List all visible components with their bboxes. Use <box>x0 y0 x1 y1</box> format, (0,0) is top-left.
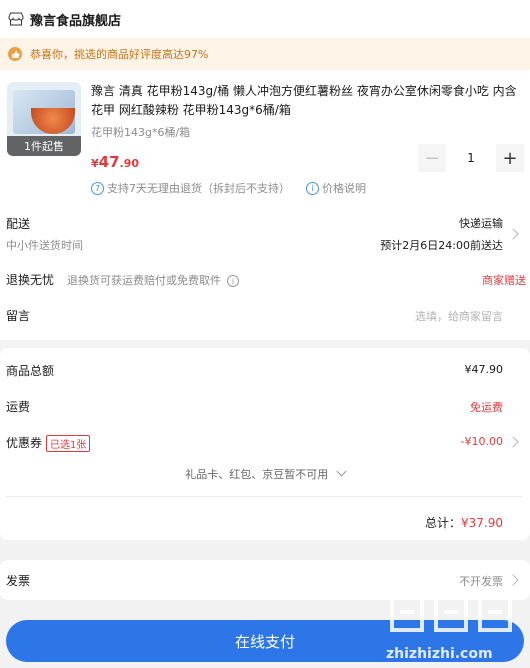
min-purchase-badge: 1件起售 <box>7 136 81 156</box>
product-title: 豫言 清真 花甲粉143g/桶 懒人冲泡方便红薯粉丝 夜宵办公室休闲零食小吃 内… <box>91 84 517 117</box>
giftcard-row[interactable]: 礼品卡、红包、京豆暂不可用 <box>0 466 530 482</box>
product-card: 1件起售 豫言 清真 花甲粉143g/桶 懒人冲泡方便红薯粉丝 夜宵办公室休闲零… <box>0 70 530 206</box>
chevron-right-icon <box>507 228 519 240</box>
product-spec: 花甲粉143g*6桶/箱 <box>91 126 191 139</box>
guarantee-row: 7 支持7天无理由退货（拆封后不支持） i 价格说明 <box>91 180 366 196</box>
exchange-label: 退换无忧 <box>6 273 55 287</box>
chevron-down-icon <box>336 466 347 477</box>
chevron-right-icon <box>507 436 519 448</box>
shipping-eta: 预计2月6日24:00前送达 <box>380 239 503 252</box>
freight-label: 运费 <box>6 400 31 414</box>
total-label: 总计： <box>424 516 461 530</box>
giftcard-text: 礼品卡、红包、京豆暂不可用 <box>185 468 329 481</box>
order-summary: 商品总额 ¥47.90 运费 免运费 优惠券 已选1张 -¥10.00 礼品卡、红… <box>0 348 530 540</box>
info-icon: i <box>306 181 319 195</box>
seven-day-return-icon: 7 <box>91 181 104 195</box>
decrease-quantity-button[interactable]: − <box>418 144 446 172</box>
store-header[interactable]: 豫言食品旗舰店 <box>0 0 530 38</box>
shipping-method: 快递运输 <box>459 217 503 230</box>
quantity-value[interactable]: 1 <box>446 144 496 172</box>
price-integer: 47 <box>98 153 120 171</box>
return-policy-text[interactable]: 支持7天无理由退货（拆封后不支持） <box>107 180 290 196</box>
message-label: 留言 <box>6 309 31 323</box>
product-thumbnail[interactable]: 1件起售 <box>7 82 81 156</box>
praise-tip-bar: 恭喜你，挑选的商品好评度高达97% <box>0 38 530 70</box>
invoice-row[interactable]: 发票 不开发票 <box>0 560 530 600</box>
shipping-label: 配送 <box>6 217 31 231</box>
exchange-badge: 商家赠送 <box>482 274 526 287</box>
message-input[interactable]: 选填，给商家留言 <box>415 308 503 324</box>
coupon-label-wrap: 优惠券 已选1张 <box>6 434 91 452</box>
shipping-sub: 中小件送货时间 <box>6 239 83 252</box>
price-explanation-link[interactable]: i 价格说明 <box>306 180 366 196</box>
coupon-selected-tag: 已选1张 <box>46 435 91 452</box>
pay-online-button[interactable]: 在线支付 <box>6 620 524 662</box>
coupon-value: -¥10.00 <box>460 435 503 448</box>
increase-quantity-button[interactable]: + <box>496 144 524 172</box>
goods-total-label: 商品总额 <box>6 364 55 378</box>
price-currency: ¥ <box>91 157 99 170</box>
goods-total-value: ¥47.90 <box>464 363 504 376</box>
quantity-stepper: − 1 + <box>418 144 524 172</box>
product-price: ¥47.90 <box>91 152 139 171</box>
exchange-desc-wrap: 退换货可获运费赔付或免费取件 i <box>67 272 239 288</box>
price-explanation-text: 价格说明 <box>322 182 366 195</box>
thumbs-up-icon <box>8 47 22 61</box>
praise-tip-text: 恭喜你，挑选的商品好评度高达97% <box>30 48 209 61</box>
shipping-block: 配送 中小件送货时间 快递运输 预计2月6日24:00前送达 退换无忧 退换货可… <box>0 206 530 340</box>
freight-value: 免运费 <box>470 401 503 414</box>
divider <box>6 496 522 497</box>
invoice-label: 发票 <box>6 574 31 588</box>
price-decimal: .90 <box>119 157 140 170</box>
store-name[interactable]: 豫言食品旗舰店 <box>30 10 121 29</box>
exchange-desc: 退换货可获运费赔付或免费取件 <box>67 274 221 287</box>
store-icon <box>8 12 24 26</box>
order-total: 总计：¥37.90 <box>425 514 503 531</box>
coupon-label: 优惠券 <box>6 436 43 450</box>
info-icon[interactable]: i <box>227 275 239 287</box>
invoice-value: 不开发票 <box>459 575 503 588</box>
total-value: ¥37.90 <box>461 516 503 530</box>
chevron-right-icon <box>507 574 519 586</box>
